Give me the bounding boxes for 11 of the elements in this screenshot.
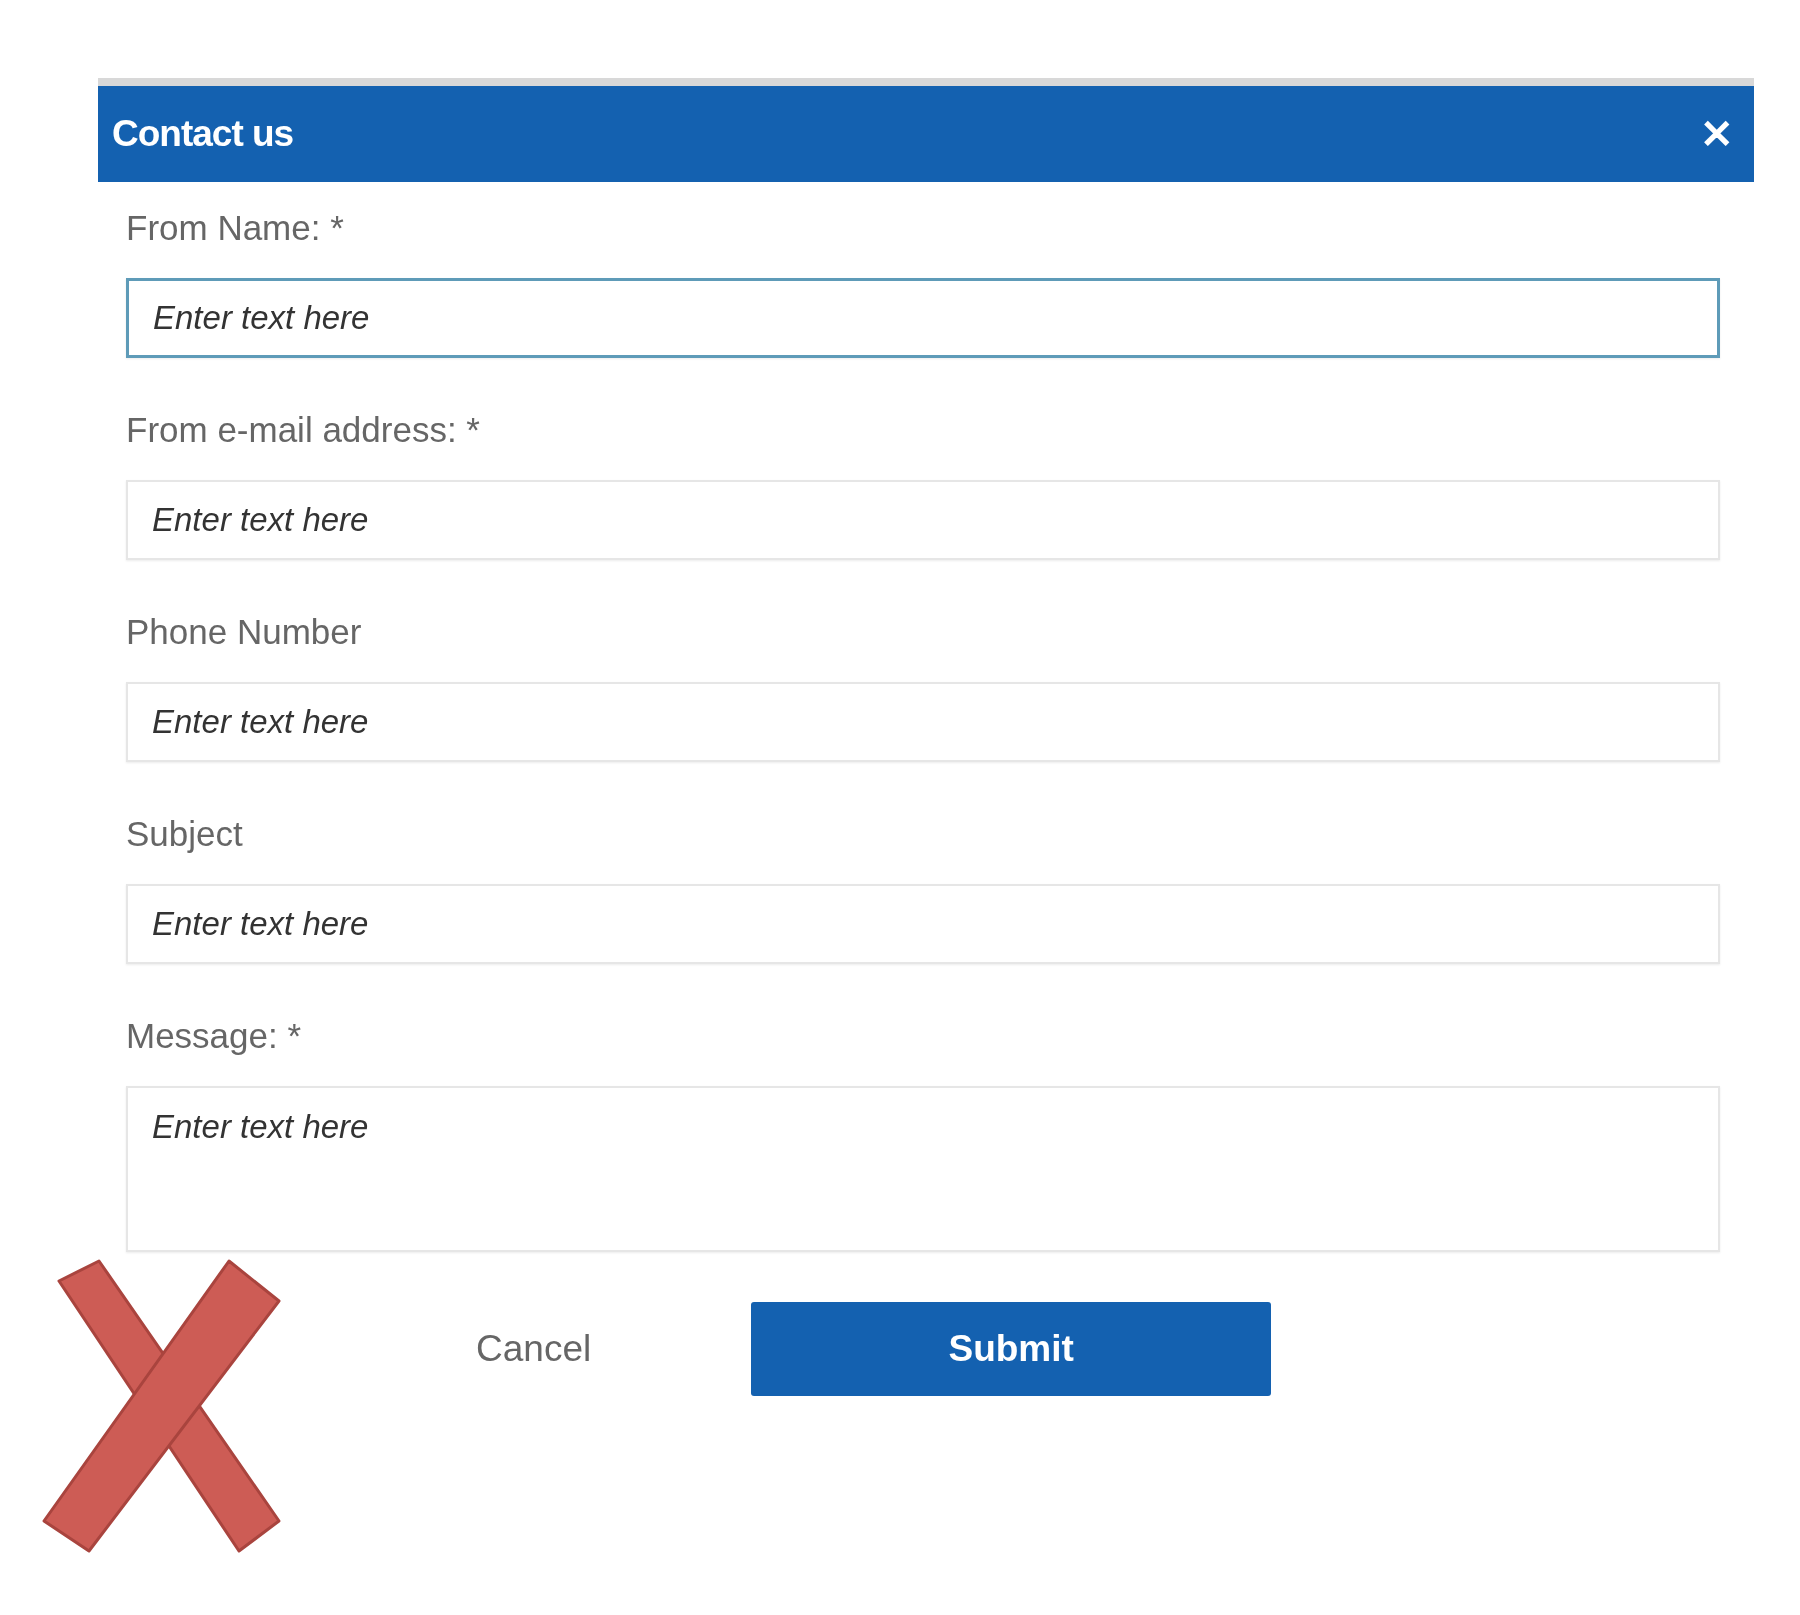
input-field[interactable]: Enter text here	[126, 278, 1720, 358]
field-label: From Name: *	[126, 208, 344, 248]
field-label: Message: *	[126, 1016, 302, 1056]
field-label: Subject	[126, 814, 243, 854]
message-field[interactable]: Enter text here	[126, 1086, 1720, 1252]
cancel-button[interactable]: Cancel	[466, 1308, 602, 1390]
field-label: From e-mail address: *	[126, 410, 480, 450]
field-label: Phone Number	[126, 612, 362, 652]
close-button[interactable]: ✕	[1694, 111, 1740, 157]
submit-button[interactable]: Submit	[751, 1302, 1272, 1396]
dialog-title: Contact us	[112, 113, 294, 155]
